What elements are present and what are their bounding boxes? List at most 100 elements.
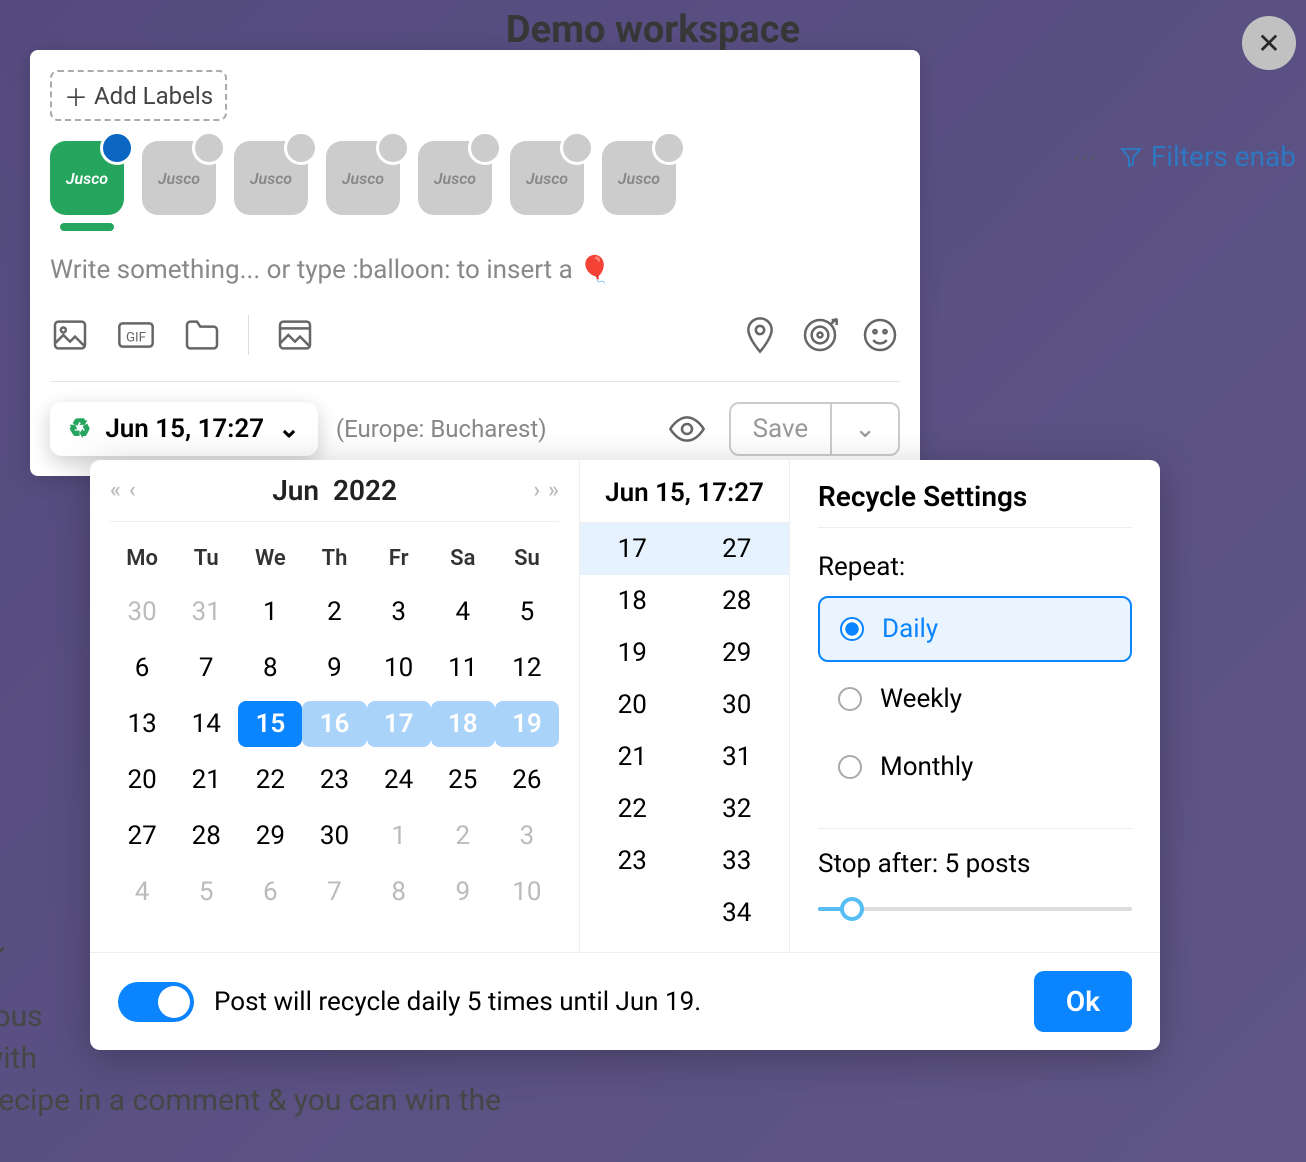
prev-month-button[interactable]: ‹: [129, 478, 136, 503]
target-icon[interactable]: [800, 315, 840, 355]
calendar-day[interactable]: 20: [110, 757, 174, 803]
next-year-button[interactable]: »: [548, 478, 559, 503]
calendar-day[interactable]: 5: [495, 589, 559, 635]
radio-icon: [838, 687, 862, 711]
calendar-day[interactable]: 31: [174, 589, 238, 635]
calendar-day[interactable]: 24: [367, 757, 431, 803]
calendar-day[interactable]: 10: [495, 869, 559, 915]
emoji-icon[interactable]: [860, 315, 900, 355]
calendar-day[interactable]: 3: [495, 813, 559, 859]
hour-list[interactable]: 17181920212223: [580, 523, 685, 933]
stop-after-slider[interactable]: [818, 897, 1132, 921]
hour-option[interactable]: 17: [580, 523, 685, 575]
preview-button[interactable]: [667, 409, 707, 449]
folder-icon[interactable]: [182, 315, 222, 355]
calendar-day[interactable]: 1: [367, 813, 431, 859]
ok-button[interactable]: Ok: [1034, 971, 1132, 1032]
calendar-day[interactable]: 9: [302, 645, 366, 691]
gif-icon[interactable]: GIF: [116, 315, 156, 355]
calendar-day[interactable]: 26: [495, 757, 559, 803]
calendar-day[interactable]: 1: [238, 589, 302, 635]
recycle-settings-title: Recycle Settings: [818, 480, 1132, 528]
calendar-day[interactable]: 18: [431, 701, 495, 747]
calendar-day[interactable]: 7: [174, 645, 238, 691]
filters-button[interactable]: Filters enab: [1119, 140, 1296, 173]
save-dropdown-button[interactable]: ⌄: [832, 402, 900, 456]
prev-year-button[interactable]: «: [110, 478, 121, 503]
hour-option[interactable]: 20: [580, 679, 685, 731]
minute-option[interactable]: 30: [685, 679, 790, 731]
calendar-day[interactable]: 29: [238, 813, 302, 859]
calendar-day[interactable]: 10: [367, 645, 431, 691]
minute-option[interactable]: 33: [685, 835, 790, 887]
media-library-icon[interactable]: [275, 315, 315, 355]
calendar-dow: Th: [302, 538, 366, 579]
hour-option[interactable]: 23: [580, 835, 685, 887]
calendar-day[interactable]: 21: [174, 757, 238, 803]
calendar-day[interactable]: 7: [302, 869, 366, 915]
calendar-dow: Tu: [174, 538, 238, 579]
calendar-day[interactable]: 12: [495, 645, 559, 691]
calendar-day[interactable]: 4: [110, 869, 174, 915]
minute-option[interactable]: 27: [685, 523, 790, 575]
calendar-day[interactable]: 8: [238, 645, 302, 691]
minute-option[interactable]: 34: [685, 887, 790, 933]
calendar-day[interactable]: 2: [431, 813, 495, 859]
calendar-day[interactable]: 25: [431, 757, 495, 803]
minute-option[interactable]: 31: [685, 731, 790, 783]
calendar-day[interactable]: 19: [495, 701, 559, 747]
calendar-day[interactable]: 30: [110, 589, 174, 635]
calendar-day[interactable]: 3: [367, 589, 431, 635]
hour-option[interactable]: 22: [580, 783, 685, 835]
add-labels-button[interactable]: ＋ Add Labels: [50, 70, 227, 121]
calendar-day[interactable]: 27: [110, 813, 174, 859]
hour-option[interactable]: 21: [580, 731, 685, 783]
hour-option[interactable]: 18: [580, 575, 685, 627]
calendar-day[interactable]: 16: [302, 701, 366, 747]
more-menu-button[interactable]: ⋯: [1073, 143, 1099, 171]
calendar-day[interactable]: 2: [302, 589, 366, 635]
repeat-option-weekly[interactable]: Weekly: [818, 668, 1132, 730]
calendar-day[interactable]: 30: [302, 813, 366, 859]
calendar-dow: Mo: [110, 538, 174, 579]
repeat-option-daily[interactable]: Daily: [818, 596, 1132, 662]
calendar-day[interactable]: 6: [238, 869, 302, 915]
account-tile-twitter[interactable]: Jusco: [142, 141, 216, 215]
calendar-day[interactable]: 14: [174, 701, 238, 747]
repeat-option-label: Daily: [882, 614, 938, 644]
calendar-day[interactable]: 6: [110, 645, 174, 691]
filter-icon: [1119, 145, 1143, 169]
calendar-day[interactable]: 15: [238, 701, 302, 747]
calendar-day[interactable]: 9: [431, 869, 495, 915]
schedule-date-dropdown[interactable]: ♻ Jun 15, 17:27 ⌄: [50, 402, 318, 456]
calendar-day[interactable]: 23: [302, 757, 366, 803]
calendar-day[interactable]: 5: [174, 869, 238, 915]
calendar-day[interactable]: 8: [367, 869, 431, 915]
calendar-day[interactable]: 28: [174, 813, 238, 859]
account-tile-youtube[interactable]: Jusco: [510, 141, 584, 215]
account-tile-linkedin[interactable]: Jusco: [234, 141, 308, 215]
compose-input[interactable]: Write something... or type :balloon: to …: [50, 255, 900, 285]
account-tile-facebook[interactable]: Jusco: [50, 141, 124, 215]
calendar-dow: We: [238, 538, 302, 579]
close-button[interactable]: ✕: [1242, 16, 1296, 70]
account-tile-instagram[interactable]: Jusco: [326, 141, 400, 215]
recycle-toggle[interactable]: [118, 982, 194, 1022]
location-icon[interactable]: [740, 315, 780, 355]
account-tile-google[interactable]: Jusco: [418, 141, 492, 215]
account-tile-tiktok[interactable]: Jusco: [602, 141, 676, 215]
calendar-day[interactable]: 17: [367, 701, 431, 747]
minute-list[interactable]: 2728293031323334: [685, 523, 790, 933]
calendar-day[interactable]: 4: [431, 589, 495, 635]
minute-option[interactable]: 32: [685, 783, 790, 835]
calendar-day[interactable]: 13: [110, 701, 174, 747]
save-button[interactable]: Save: [729, 402, 833, 456]
minute-option[interactable]: 29: [685, 627, 790, 679]
next-month-button[interactable]: ›: [534, 478, 541, 503]
hour-option[interactable]: 19: [580, 627, 685, 679]
minute-option[interactable]: 28: [685, 575, 790, 627]
calendar-day[interactable]: 11: [431, 645, 495, 691]
image-icon[interactable]: [50, 315, 90, 355]
repeat-option-monthly[interactable]: Monthly: [818, 736, 1132, 798]
calendar-day[interactable]: 22: [238, 757, 302, 803]
